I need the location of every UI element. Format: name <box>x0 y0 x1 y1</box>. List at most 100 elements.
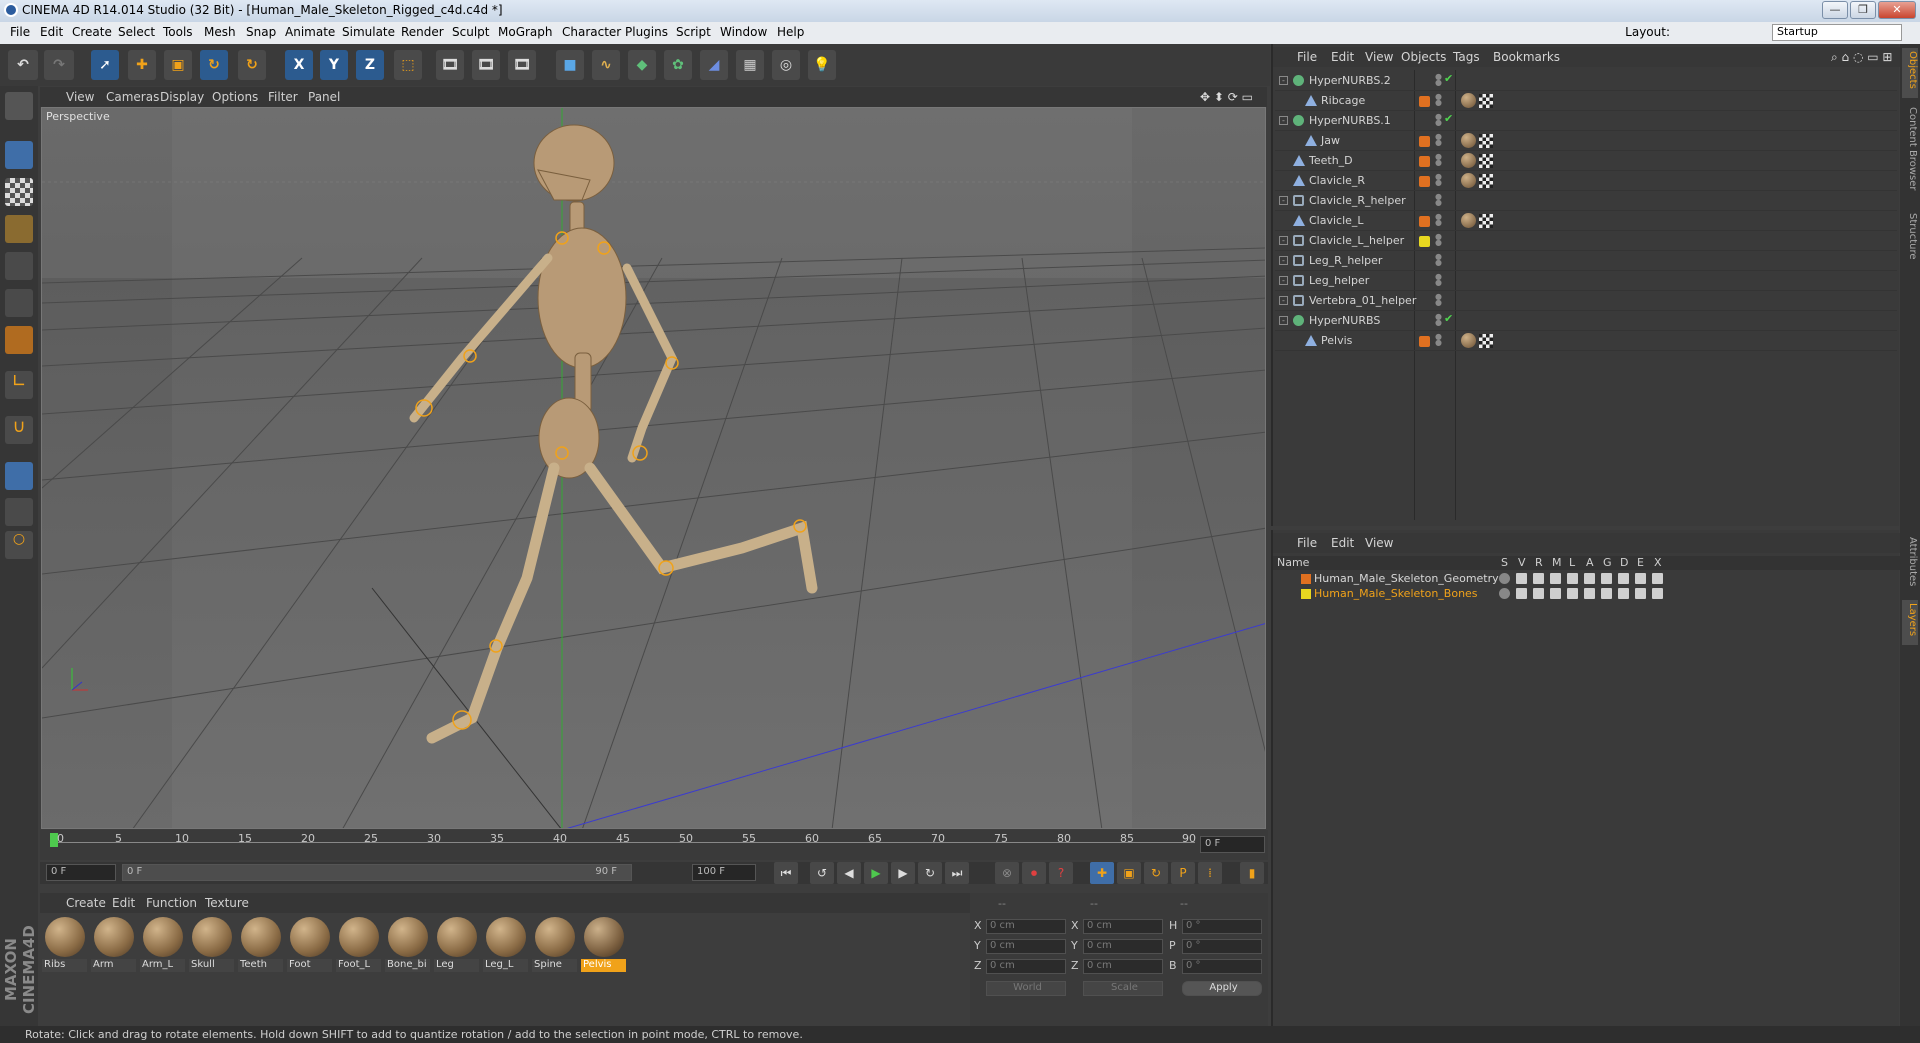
layout-select[interactable]: Startup <box>1772 24 1902 41</box>
timeline-ruler[interactable]: 0 5 10 15 20 25 30 35 40 45 50 55 60 65 … <box>40 830 1268 860</box>
x-axis-lock-button[interactable]: X <box>285 50 313 80</box>
layer-flag-icon[interactable] <box>1550 573 1561 584</box>
menu-create[interactable]: Create <box>72 25 112 39</box>
viewport-menu-cameras[interactable]: Cameras <box>106 90 159 104</box>
layer-color-swatch[interactable] <box>1419 216 1430 227</box>
tab-content-browser[interactable]: Content Browser <box>1902 104 1918 204</box>
light-icon[interactable]: 💡 <box>808 50 836 80</box>
live-selection-icon[interactable]: ➚ <box>91 50 119 80</box>
position-x-field[interactable]: 0 cm <box>986 919 1066 934</box>
objects-menu-tags[interactable]: Tags <box>1453 50 1480 64</box>
layer-col-manager[interactable]: M <box>1552 556 1562 569</box>
axis-mode-icon[interactable]: ∟ <box>5 371 33 399</box>
layer-color-swatch[interactable] <box>1301 589 1311 599</box>
apply-button[interactable]: Apply <box>1182 981 1262 996</box>
viewport-menu-view[interactable]: View <box>66 90 94 104</box>
object-row[interactable]: Clavicle_R ● ● <box>1275 171 1897 191</box>
uvw-tag-icon[interactable] <box>1479 94 1493 108</box>
next-key-icon[interactable]: ↻ <box>918 862 942 884</box>
enabled-check-icon[interactable]: ✔ <box>1444 112 1453 125</box>
object-row[interactable]: Clavicle_L ● ● <box>1275 211 1897 231</box>
viewport-menu-filter[interactable]: Filter <box>268 90 298 104</box>
layer-color-swatch[interactable] <box>1419 136 1430 147</box>
object-manager-tool-icons[interactable]: ⌕ ⌂ ◌ ▭ ⊞ <box>1831 50 1892 65</box>
object-row[interactable]: - Clavicle_L_helper ● ● <box>1275 231 1897 251</box>
material-swatch[interactable]: Foot <box>287 915 332 973</box>
layer-col-expressions[interactable]: E <box>1637 556 1644 569</box>
object-name[interactable]: Leg_helper <box>1309 274 1369 287</box>
layers-menu-edit[interactable]: Edit <box>1331 536 1354 550</box>
menu-mograph[interactable]: MoGraph <box>498 25 553 39</box>
layer-flag-icon[interactable] <box>1499 573 1510 584</box>
menu-simulate[interactable]: Simulate <box>342 25 395 39</box>
layer-color-swatch[interactable] <box>1419 336 1430 347</box>
object-row[interactable]: Ribcage ● ● <box>1275 91 1897 111</box>
perspective-viewport[interactable] <box>41 107 1266 829</box>
texture-mode-icon[interactable] <box>5 178 33 206</box>
key-scale-icon[interactable]: ▣ <box>1117 862 1141 884</box>
material-swatch[interactable]: Spine <box>532 915 577 973</box>
object-name[interactable]: Clavicle_L <box>1309 214 1364 227</box>
menu-sculpt[interactable]: Sculpt <box>452 25 489 39</box>
expand-toggle-icon[interactable]: - <box>1279 256 1288 265</box>
expand-toggle-icon[interactable]: - <box>1279 76 1288 85</box>
viewport-menu-display[interactable]: Display <box>160 90 204 104</box>
position-z-field[interactable]: 0 cm <box>986 959 1066 974</box>
menu-select[interactable]: Select <box>118 25 155 39</box>
material-menu-texture[interactable]: Texture <box>205 896 249 910</box>
material-swatch[interactable]: Leg <box>434 915 479 973</box>
menu-window[interactable]: Window <box>720 25 767 39</box>
menu-edit[interactable]: Edit <box>40 25 63 39</box>
material-menu-function[interactable]: Function <box>146 896 197 910</box>
object-name[interactable]: HyperNURBS <box>1309 314 1380 327</box>
material-swatch[interactable]: Ribs <box>42 915 87 973</box>
undo-icon[interactable]: ↶ <box>8 50 38 80</box>
visibility-dots-icon[interactable]: ● ● <box>1435 253 1443 268</box>
menu-mesh[interactable]: Mesh <box>204 25 236 39</box>
texture-tag-icon[interactable] <box>1461 213 1476 228</box>
objects-menu-edit[interactable]: Edit <box>1331 50 1354 64</box>
layer-flag-icon[interactable] <box>1635 588 1646 599</box>
viewport-menu-options[interactable]: Options <box>212 90 258 104</box>
layer-flag-icon[interactable] <box>1618 573 1629 584</box>
menu-tools[interactable]: Tools <box>163 25 193 39</box>
object-row[interactable]: - HyperNURBS.1 ● ● ✔ <box>1275 111 1897 131</box>
expand-toggle-icon[interactable]: - <box>1279 116 1288 125</box>
expand-toggle-icon[interactable]: - <box>1279 296 1288 305</box>
layer-col-animation[interactable]: A <box>1586 556 1594 569</box>
layer-name[interactable]: Human_Male_Skeleton_Bones <box>1314 587 1478 600</box>
layer-row[interactable]: Human_Male_Skeleton_Geometry <box>1273 572 1901 587</box>
layer-flag-icon[interactable] <box>1533 573 1544 584</box>
expand-toggle-icon[interactable]: - <box>1279 236 1288 245</box>
minimize-button[interactable]: — <box>1822 1 1848 19</box>
go-to-end-icon[interactable]: ⏭ <box>945 862 969 884</box>
redo-icon[interactable]: ↷ <box>44 50 74 80</box>
size-mode-dropdown[interactable]: Scale <box>1083 981 1163 996</box>
deformer-icon[interactable]: ◢ <box>700 50 728 80</box>
previous-key-icon[interactable]: ↺ <box>810 862 834 884</box>
material-menu-create[interactable]: Create <box>66 896 106 910</box>
texture-tag-icon[interactable] <box>1461 153 1476 168</box>
visibility-dots-icon[interactable]: ● ● <box>1435 233 1443 248</box>
menu-help[interactable]: Help <box>777 25 804 39</box>
render-settings-icon[interactable]: 🎞 <box>508 50 536 80</box>
layer-col-deformers[interactable]: D <box>1620 556 1628 569</box>
visibility-dots-icon[interactable]: ● ● <box>1435 193 1443 208</box>
layer-flag-icon[interactable] <box>1652 588 1663 599</box>
object-name[interactable]: Clavicle_R_helper <box>1309 194 1406 207</box>
key-parameter-icon[interactable]: P <box>1171 862 1195 884</box>
object-row[interactable]: Pelvis ● ● <box>1275 331 1897 351</box>
texture-tag-icon[interactable] <box>1461 173 1476 188</box>
layer-row[interactable]: Human_Male_Skeleton_Bones <box>1273 587 1901 602</box>
layer-flag-icon[interactable] <box>1584 573 1595 584</box>
lock-workplane-icon[interactable] <box>5 498 33 526</box>
make-editable-icon[interactable] <box>5 92 33 120</box>
layer-flag-icon[interactable] <box>1601 588 1612 599</box>
record-keys-icon[interactable]: ⊗ <box>995 862 1019 884</box>
soft-selection-icon[interactable]: ○ <box>5 531 33 559</box>
object-name[interactable]: Clavicle_R <box>1309 174 1365 187</box>
size-x-field[interactable]: 0 cm <box>1083 919 1163 934</box>
layer-col-generators[interactable]: G <box>1603 556 1612 569</box>
object-name[interactable]: Jaw <box>1321 134 1340 147</box>
menu-file[interactable]: File <box>10 25 30 39</box>
